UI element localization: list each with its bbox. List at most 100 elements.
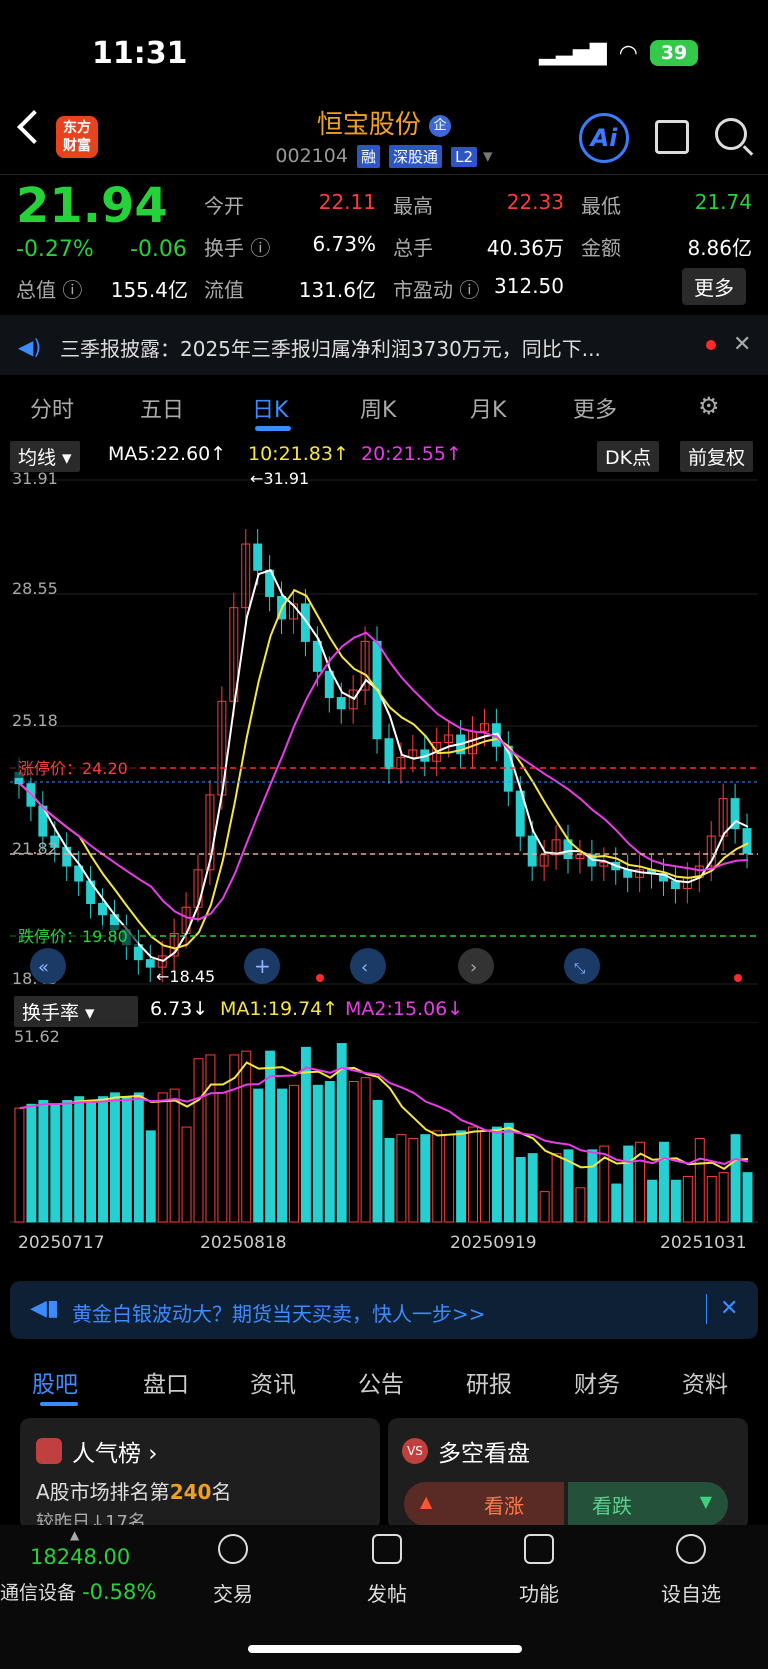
low-label: 最低 <box>581 194 621 218</box>
y-tick-2: 28.55 <box>12 579 58 598</box>
chevron-up-icon[interactable]: ▲ <box>70 1528 79 1542</box>
index-name[interactable]: 通信设备 -0.58% <box>0 1578 156 1605</box>
news-text[interactable]: 黄金白银波动大？期货当天买卖，快人一步>> <box>72 1298 486 1327</box>
turnover-bar <box>527 1153 538 1223</box>
svg-text:+: + <box>254 954 271 978</box>
high-label: 最高 <box>393 194 433 218</box>
index-value[interactable]: 18248.00 <box>30 1545 130 1569</box>
turnover-bar <box>289 1084 299 1223</box>
turnover-bar <box>86 1099 97 1223</box>
svg-text:«: « <box>38 957 49 978</box>
y-tick-4: 21.82 <box>12 839 58 858</box>
turnover-bar <box>181 1126 192 1223</box>
info-icon[interactable]: ⓘ <box>56 278 82 302</box>
notice-text[interactable]: 三季报披露：2025年三季报归属净利润3730万元，同比下... <box>60 333 601 362</box>
close-icon[interactable]: ✕ <box>733 332 751 357</box>
svg-text:‹: ‹ <box>361 957 368 978</box>
ma5-value: MA5:22.60↑ <box>108 443 227 465</box>
post-icon[interactable] <box>372 1534 402 1564</box>
nav-watchlist[interactable]: 设自选 <box>641 1578 741 1607</box>
dk-button[interactable]: DK点 <box>597 441 660 472</box>
settings-icon[interactable]: ⚙ <box>698 392 720 420</box>
turnover-bar <box>348 1081 359 1223</box>
turnover-bar <box>659 1141 669 1223</box>
nav-post[interactable]: 发帖 <box>337 1578 437 1607</box>
status-time: 11:31 <box>92 36 188 71</box>
bear-button[interactable]: 看跌 ▼ <box>568 1482 728 1526</box>
popularity-card[interactable]: 人气榜 › A股市场排名第240名 较昨日↓17名 <box>20 1418 380 1533</box>
tab-pankou[interactable]: 盘口 <box>143 1365 189 1399</box>
turnover-label: 换手 ⓘ <box>204 236 271 260</box>
ai-button[interactable]: Ai <box>579 113 629 163</box>
turnover-bar <box>468 1126 478 1223</box>
trade-icon[interactable] <box>218 1534 248 1564</box>
turnover-bar <box>718 1172 729 1223</box>
kline-chart[interactable]: 31.91 28.55 25.18 21.82 18.45 涨停价：24.20 … <box>10 470 758 994</box>
info-icon[interactable]: ⓘ <box>244 236 270 260</box>
tab-news[interactable]: 资讯 <box>250 1365 296 1399</box>
tab-guba[interactable]: 股吧 <box>32 1365 78 1399</box>
candle <box>145 959 155 968</box>
ma20-value: 20:21.55↑ <box>361 443 462 465</box>
stock-code-row[interactable]: 002104 融 深股通 L2 ▾ <box>0 145 768 168</box>
info-icon[interactable]: ⓘ <box>453 278 479 302</box>
turnover-bar <box>515 1156 526 1223</box>
turnover-bar <box>109 1092 120 1223</box>
tag-l2: L2 <box>451 147 477 167</box>
max-marker: ←31.91 <box>250 470 309 488</box>
watchlist-icon[interactable] <box>676 1534 706 1564</box>
amount-label: 金额 <box>581 236 621 260</box>
pe-label: 市盈动 ⓘ <box>393 278 480 302</box>
tab-intraday[interactable]: 分时 <box>30 392 74 424</box>
tab-research[interactable]: 研报 <box>466 1365 512 1399</box>
tab-finance[interactable]: 财务 <box>574 1365 620 1399</box>
tab-month-k[interactable]: 月K <box>470 392 506 424</box>
tab-day-k[interactable]: 日K <box>252 392 288 424</box>
turnover-bar <box>384 1137 395 1223</box>
turnover-bar <box>98 1096 108 1223</box>
turnover-bar <box>360 1077 371 1223</box>
turnover-bar <box>432 1130 443 1223</box>
bull-button[interactable]: ▲ 看涨 <box>404 1482 564 1526</box>
ma-select[interactable]: 均线 ▾ <box>10 441 80 472</box>
turnover-chart[interactable]: 51.62 20250717 20250818 20250919 2025103… <box>10 1022 758 1270</box>
chevron-down-icon[interactable]: ▾ <box>483 145 493 167</box>
turnover-bar <box>26 1103 37 1223</box>
share-icon[interactable] <box>655 120 689 154</box>
rank-icon <box>36 1438 62 1464</box>
search-icon[interactable] <box>715 118 747 150</box>
close-icon[interactable]: ✕ <box>720 1296 738 1321</box>
turnover-bar <box>587 1149 598 1223</box>
rank-text: A股市场排名第240名 <box>36 1480 232 1504</box>
adjust-button[interactable]: 前复权 <box>680 441 754 472</box>
tab-profile[interactable]: 资料 <box>682 1365 728 1399</box>
home-indicator <box>248 1645 522 1653</box>
battery-icon: 39 <box>650 40 698 66</box>
more-button[interactable]: 更多 <box>682 268 746 305</box>
nav-trade[interactable]: 交易 <box>183 1578 283 1607</box>
turnover-value: 6.73% <box>312 232 376 256</box>
function-icon[interactable] <box>524 1534 554 1564</box>
nav-function[interactable]: 功能 <box>489 1578 589 1607</box>
candle <box>742 828 752 854</box>
volume-label: 总手 <box>393 236 433 260</box>
change-amount: -0.06 <box>130 237 187 262</box>
turnover-bar <box>312 1084 323 1223</box>
turnover-bar <box>217 1092 228 1223</box>
candle <box>384 738 394 770</box>
low-value: 21.74 <box>694 190 752 214</box>
turnover-bar <box>503 1122 514 1223</box>
turnover-bar <box>706 1175 717 1223</box>
volume-value: 40.36万 <box>486 236 564 260</box>
svg-text:⤡: ⤡ <box>574 961 585 977</box>
tab-more[interactable]: 更多 <box>573 392 617 424</box>
tab-announce[interactable]: 公告 <box>358 1365 404 1399</box>
bull-bear-card[interactable]: VS 多空看盘 ▲ 看涨 看跌 ▼ <box>388 1418 748 1530</box>
tab-week-k[interactable]: 周K <box>360 392 396 424</box>
y-max-label: 31.91 <box>12 470 58 488</box>
tab-underline <box>255 426 291 431</box>
sub-y-max: 51.62 <box>14 1027 60 1046</box>
min-marker: ←18.45 <box>156 967 215 986</box>
tab-five-day[interactable]: 五日 <box>140 392 184 424</box>
turnover-bar <box>396 1134 407 1223</box>
